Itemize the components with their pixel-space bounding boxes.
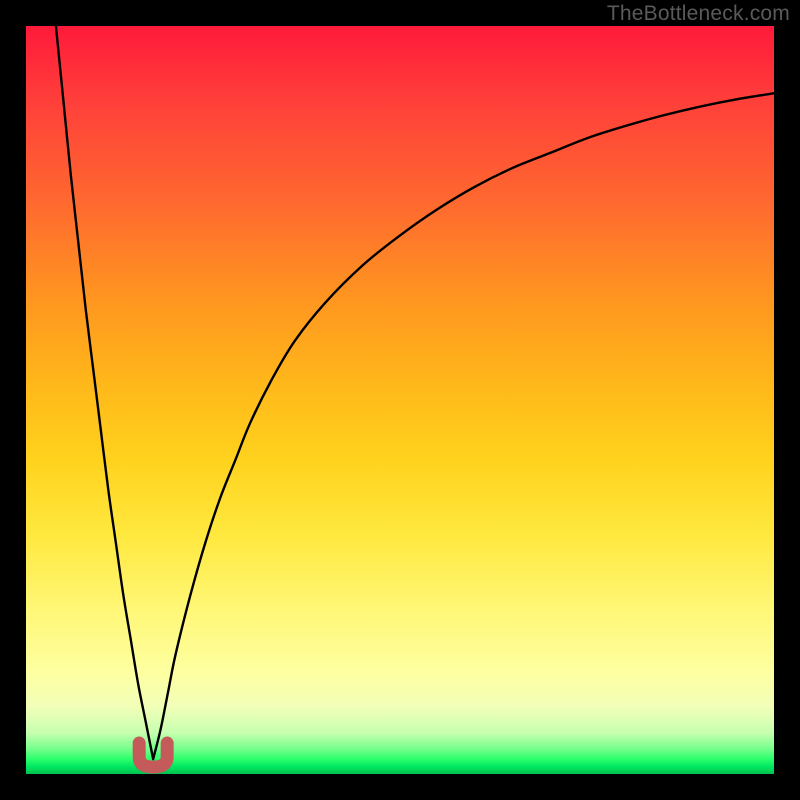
chart-frame: TheBottleneck.com (0, 0, 800, 800)
watermark-text: TheBottleneck.com (607, 2, 790, 26)
right-branch-curve (153, 93, 774, 759)
left-branch-curve (56, 26, 153, 759)
plot-area (26, 26, 774, 774)
curve-layer (26, 26, 774, 774)
